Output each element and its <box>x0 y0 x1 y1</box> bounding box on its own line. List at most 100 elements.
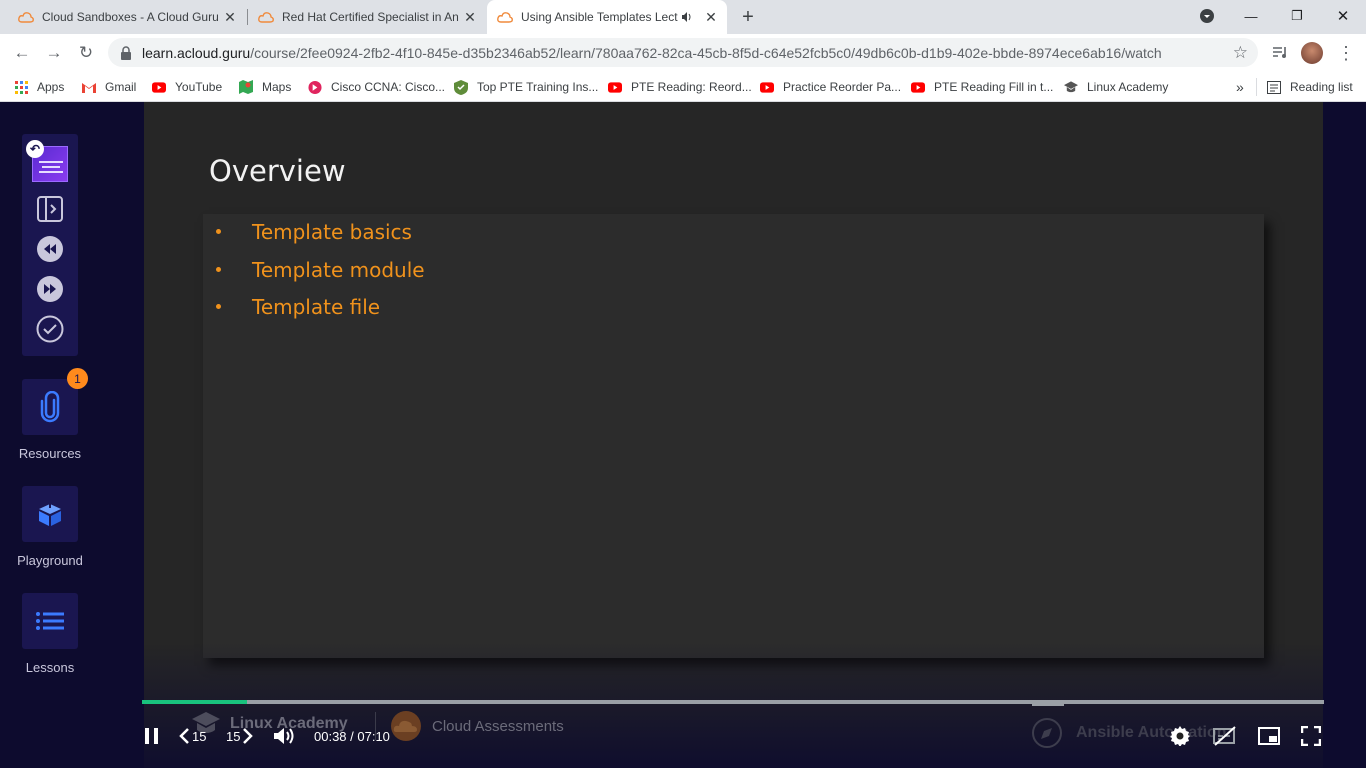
apps-grid-icon <box>14 80 28 94</box>
bookmark-top-pte[interactable]: Top PTE Training Ins... <box>454 76 598 98</box>
maximize-button[interactable]: ❐ <box>1274 0 1320 32</box>
picture-in-picture-button[interactable] <box>1258 722 1280 750</box>
reading-list-button[interactable]: Reading list <box>1267 76 1353 98</box>
browser-toolbar: ← → ↻ learn.acloud.guru/course/2fee0924-… <box>0 34 1366 71</box>
volume-button[interactable] <box>273 722 297 750</box>
bookmark-gmail[interactable]: Gmail <box>82 76 136 98</box>
chevron-left-icon <box>179 728 189 744</box>
tab-search-icon[interactable] <box>1184 0 1230 32</box>
bookmark-maps[interactable]: Maps <box>239 76 291 98</box>
url-text: learn.acloud.guru/course/2fee0924-2fb2-4… <box>142 45 1162 61</box>
star-icon[interactable]: ☆ <box>1233 43 1248 63</box>
watermark-label: Ansible Automation <box>1076 724 1227 741</box>
tab-red-hat[interactable]: Red Hat Certified Specialist in An ✕ <box>248 0 486 34</box>
shield-icon <box>454 79 468 95</box>
new-tab-button[interactable]: + <box>736 5 760 29</box>
volume-icon <box>274 728 294 744</box>
youtube-icon <box>911 80 925 94</box>
course-page: ↶ 1 Resources Playground Lessons Overvie… <box>0 102 1366 768</box>
settings-button[interactable] <box>1170 722 1190 750</box>
playground-button[interactable] <box>22 486 78 542</box>
close-icon[interactable]: ✕ <box>220 7 240 27</box>
fullscreen-button[interactable] <box>1301 722 1321 750</box>
tab-ansible-templates[interactable]: Using Ansible Templates Lect ✕ <box>487 0 727 34</box>
chevron-right-icon <box>243 728 254 744</box>
captions-off-button[interactable] <box>1213 722 1237 750</box>
resources-button[interactable] <box>22 379 78 435</box>
bookmark-label: Maps <box>262 80 292 94</box>
bookmark-apps[interactable]: Apps <box>14 76 64 98</box>
lock-icon <box>121 45 131 60</box>
graduation-cap-icon <box>1064 80 1078 94</box>
video-progress-fill <box>142 700 248 704</box>
bookmark-label: Apps <box>37 80 65 94</box>
reading-list-icon <box>1267 80 1281 94</box>
reload-icon[interactable]: ↻ <box>72 39 100 67</box>
picture-in-picture-icon <box>1258 727 1280 745</box>
bookmark-cisco-ccna[interactable]: Cisco CCNA: Cisco... <box>308 76 445 98</box>
close-icon[interactable]: ✕ <box>701 7 721 27</box>
bookmark-label: PTE Reading: Reord... <box>631 80 752 94</box>
bookmark-pte-reading-fill[interactable]: PTE Reading Fill in t... <box>911 76 1053 98</box>
tab-title: Cloud Sandboxes - A Cloud Guru <box>42 10 219 24</box>
back-arrow-icon[interactable]: ↶ <box>26 140 44 158</box>
tab-strip: Cloud Sandboxes - A Cloud Guru ✕ Red Hat… <box>0 0 1366 34</box>
playground-label: Playground <box>17 553 83 568</box>
tab-title: Using Ansible Templates Lect <box>521 10 678 24</box>
bookmark-divider <box>1256 78 1257 96</box>
rewind-icon[interactable] <box>35 234 65 264</box>
cloud-favicon-icon <box>258 9 274 25</box>
compass-icon <box>1032 718 1062 748</box>
video-progress-bar[interactable] <box>142 700 1324 706</box>
menu-kebab-icon[interactable]: ⋮ <box>1332 39 1360 67</box>
skip-back-button[interactable]: 15 <box>178 722 206 750</box>
progress-marker <box>1032 704 1064 706</box>
minimize-button[interactable]: — <box>1228 0 1274 32</box>
fast-forward-icon[interactable] <box>35 274 65 304</box>
close-window-button[interactable]: ✕ <box>1320 0 1366 32</box>
skip-forward-seconds: 15 <box>226 728 241 744</box>
speaker-icon[interactable] <box>681 11 695 23</box>
bookmark-pte-reading-reorder[interactable]: PTE Reading: Reord... <box>608 76 752 98</box>
bookmark-youtube[interactable]: YouTube <box>152 76 222 98</box>
toggle-sidebar-icon[interactable] <box>35 194 65 224</box>
bookmark-label: Top PTE Training Ins... <box>477 80 599 94</box>
close-icon[interactable]: ✕ <box>460 7 480 27</box>
url-domain: learn.acloud.guru <box>142 44 251 61</box>
skip-forward-button[interactable]: 15 <box>226 722 254 750</box>
time-display: 00:38 / 07:10 <box>314 728 390 744</box>
bookmark-linux-academy[interactable]: Linux Academy <box>1064 76 1168 98</box>
bookmark-label: PTE Reading Fill in t... <box>934 80 1054 94</box>
slide-title: Overview <box>209 154 346 188</box>
cisco-icon <box>308 80 322 94</box>
bookmark-practice-reorder[interactable]: Practice Reorder Pa... <box>760 76 901 98</box>
back-arrow-icon[interactable]: ← <box>8 39 36 67</box>
pause-button[interactable] <box>143 722 161 750</box>
profile-avatar[interactable] <box>1298 39 1326 67</box>
ansible-watermark: Ansible Automation <box>1032 718 1227 748</box>
lessons-button[interactable] <box>22 593 78 649</box>
bookmark-label: Linux Academy <box>1087 80 1169 94</box>
cloud-favicon-icon <box>18 9 34 25</box>
left-sidebar: ↶ 1 Resources Playground Lessons <box>0 102 144 768</box>
maps-icon <box>239 80 253 94</box>
media-control-icon[interactable] <box>1266 39 1294 67</box>
bookmarks-overflow-button[interactable]: » <box>1236 76 1244 98</box>
url-path: /course/2fee0924-2fb2-4f10-845e-d35b2346… <box>250 44 1162 61</box>
forward-arrow-icon[interactable]: → <box>40 39 68 67</box>
fullscreen-icon <box>1301 726 1321 746</box>
resources-badge: 1 <box>67 368 88 389</box>
video-player[interactable]: Overview Template basics Template module… <box>144 102 1323 768</box>
right-margin <box>1323 102 1366 768</box>
resources-label: Resources <box>18 446 82 461</box>
watermark-label: Cloud Assessments <box>432 717 564 735</box>
lesson-nav-panel: ↶ <box>22 134 78 356</box>
slide-content-panel: Template basics Template module Template… <box>203 214 1264 658</box>
youtube-icon <box>608 80 622 94</box>
checkmark-icon[interactable] <box>35 314 65 344</box>
tab-cloud-sandboxes[interactable]: Cloud Sandboxes - A Cloud Guru ✕ <box>0 0 246 34</box>
youtube-icon <box>760 80 774 94</box>
address-bar[interactable]: learn.acloud.guru/course/2fee0924-2fb2-4… <box>108 38 1258 67</box>
youtube-icon <box>152 80 166 94</box>
bookmark-label: Cisco CCNA: Cisco... <box>331 80 446 94</box>
